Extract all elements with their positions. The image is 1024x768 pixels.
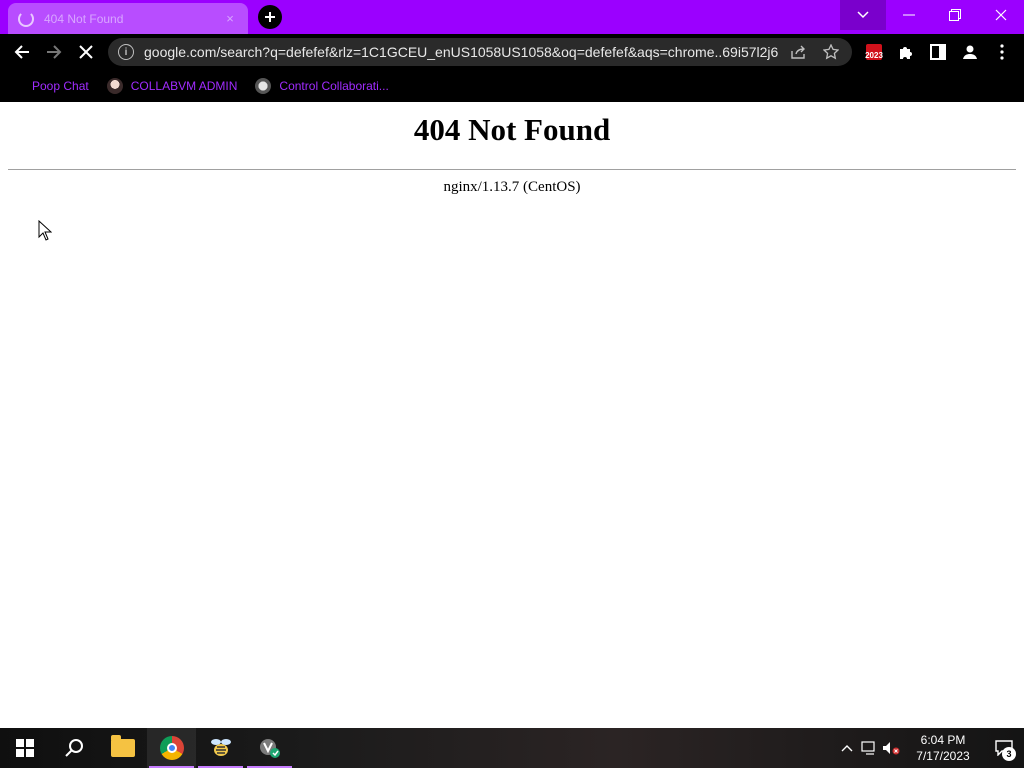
bookmarks-bar: Poop Chat COLLABVM ADMIN Control Collabo… bbox=[0, 70, 1024, 102]
tab-title: 404 Not Found bbox=[44, 11, 124, 26]
badge-icon bbox=[255, 78, 272, 94]
mouse-cursor-icon bbox=[38, 220, 52, 241]
start-button[interactable] bbox=[0, 728, 49, 768]
plus-icon bbox=[258, 5, 282, 29]
loading-spinner-icon bbox=[18, 10, 34, 27]
side-panel-icon bbox=[930, 44, 946, 60]
browser-tab[interactable]: 404 Not Found × bbox=[8, 3, 248, 34]
close-icon bbox=[995, 9, 1007, 21]
volume-button[interactable] bbox=[880, 728, 902, 768]
close-icon bbox=[79, 45, 93, 59]
title-bar: 404 Not Found × bbox=[0, 0, 1024, 34]
stop-loading-button[interactable] bbox=[72, 38, 100, 66]
restore-icon bbox=[949, 9, 961, 21]
windows-logo-icon bbox=[15, 739, 34, 757]
chrome-icon bbox=[159, 736, 184, 760]
back-button[interactable] bbox=[8, 38, 36, 66]
minimize-button[interactable] bbox=[886, 0, 932, 30]
person-icon bbox=[963, 45, 977, 59]
bookmark-label: Control Collaborati... bbox=[279, 79, 389, 93]
system-tray: 6:04 PM 7/17/2023 3 bbox=[836, 728, 1024, 768]
clock[interactable]: 6:04 PM 7/17/2023 bbox=[908, 732, 978, 764]
profile-button[interactable] bbox=[956, 38, 984, 66]
arrow-left-icon bbox=[14, 45, 29, 59]
search-icon bbox=[64, 739, 83, 757]
address-bar[interactable]: i google.com/search?q=defefef&rlz=1C1GCE… bbox=[108, 38, 852, 66]
folder-icon bbox=[110, 735, 135, 757]
info-icon[interactable]: i bbox=[118, 44, 134, 60]
arrow-right-icon bbox=[47, 45, 62, 59]
vm-app-icon bbox=[259, 739, 280, 758]
bee-app-icon bbox=[210, 739, 231, 756]
tab-search-button[interactable] bbox=[840, 0, 886, 30]
network-button[interactable] bbox=[858, 728, 880, 768]
network-icon bbox=[861, 741, 875, 755]
restore-button[interactable] bbox=[932, 0, 978, 30]
bookmark-poop-chat[interactable]: Poop Chat bbox=[12, 78, 89, 94]
forward-button[interactable] bbox=[40, 38, 68, 66]
bookmark-collabvm-admin[interactable]: COLLABVM ADMIN bbox=[106, 78, 238, 94]
search-button[interactable] bbox=[49, 728, 98, 768]
bookmark-label: Poop Chat bbox=[32, 79, 89, 93]
vm-app-taskbar-button[interactable] bbox=[245, 728, 294, 768]
page-content: 404 Not Found nginx/1.13.7 (CentOS) bbox=[0, 102, 1024, 728]
action-center-button[interactable]: 3 bbox=[984, 728, 1024, 768]
taskbar: 6:04 PM 7/17/2023 3 bbox=[0, 728, 1024, 768]
new-tab-button[interactable] bbox=[256, 4, 284, 30]
clock-time: 6:04 PM bbox=[920, 733, 966, 747]
anime-avatar-icon bbox=[106, 78, 123, 94]
tab-close-icon[interactable]: × bbox=[222, 11, 238, 26]
file-explorer-button[interactable] bbox=[98, 728, 147, 768]
bee-app-taskbar-button[interactable] bbox=[196, 728, 245, 768]
chevron-up-icon bbox=[841, 745, 853, 752]
volume-muted-icon bbox=[883, 742, 900, 755]
browser-toolbar: i google.com/search?q=defefef&rlz=1C1GCE… bbox=[0, 34, 1024, 70]
chrome-taskbar-button[interactable] bbox=[147, 728, 196, 768]
show-hidden-icons-button[interactable] bbox=[836, 728, 858, 768]
close-window-button[interactable] bbox=[978, 0, 1024, 30]
bookmark-control-collaboration[interactable]: Control Collaborati... bbox=[255, 78, 389, 94]
divider bbox=[8, 169, 1016, 170]
notification-count-badge: 3 bbox=[1002, 747, 1016, 761]
star-icon[interactable] bbox=[820, 41, 842, 63]
clock-date: 7/17/2023 bbox=[916, 749, 970, 763]
share-icon[interactable] bbox=[788, 41, 810, 63]
kebab-menu-icon bbox=[1000, 44, 1004, 60]
extensions-button[interactable] bbox=[892, 38, 920, 66]
chevron-down-icon bbox=[857, 11, 869, 19]
page-title: 404 Not Found bbox=[413, 112, 611, 147]
puzzle-icon bbox=[900, 47, 912, 59]
menu-button[interactable] bbox=[988, 38, 1016, 66]
side-panel-button[interactable] bbox=[924, 38, 952, 66]
extension-button[interactable]: 2023 bbox=[860, 38, 888, 66]
minimize-icon bbox=[903, 14, 915, 16]
bookmark-label: COLLABVM ADMIN bbox=[130, 79, 238, 93]
server-info: nginx/1.13.7 (CentOS) bbox=[443, 179, 581, 195]
extension-badge-icon: 2023 bbox=[865, 44, 883, 60]
url-text[interactable]: google.com/search?q=defefef&rlz=1C1GCEU_… bbox=[144, 44, 778, 60]
blank-favicon-icon bbox=[12, 78, 28, 94]
